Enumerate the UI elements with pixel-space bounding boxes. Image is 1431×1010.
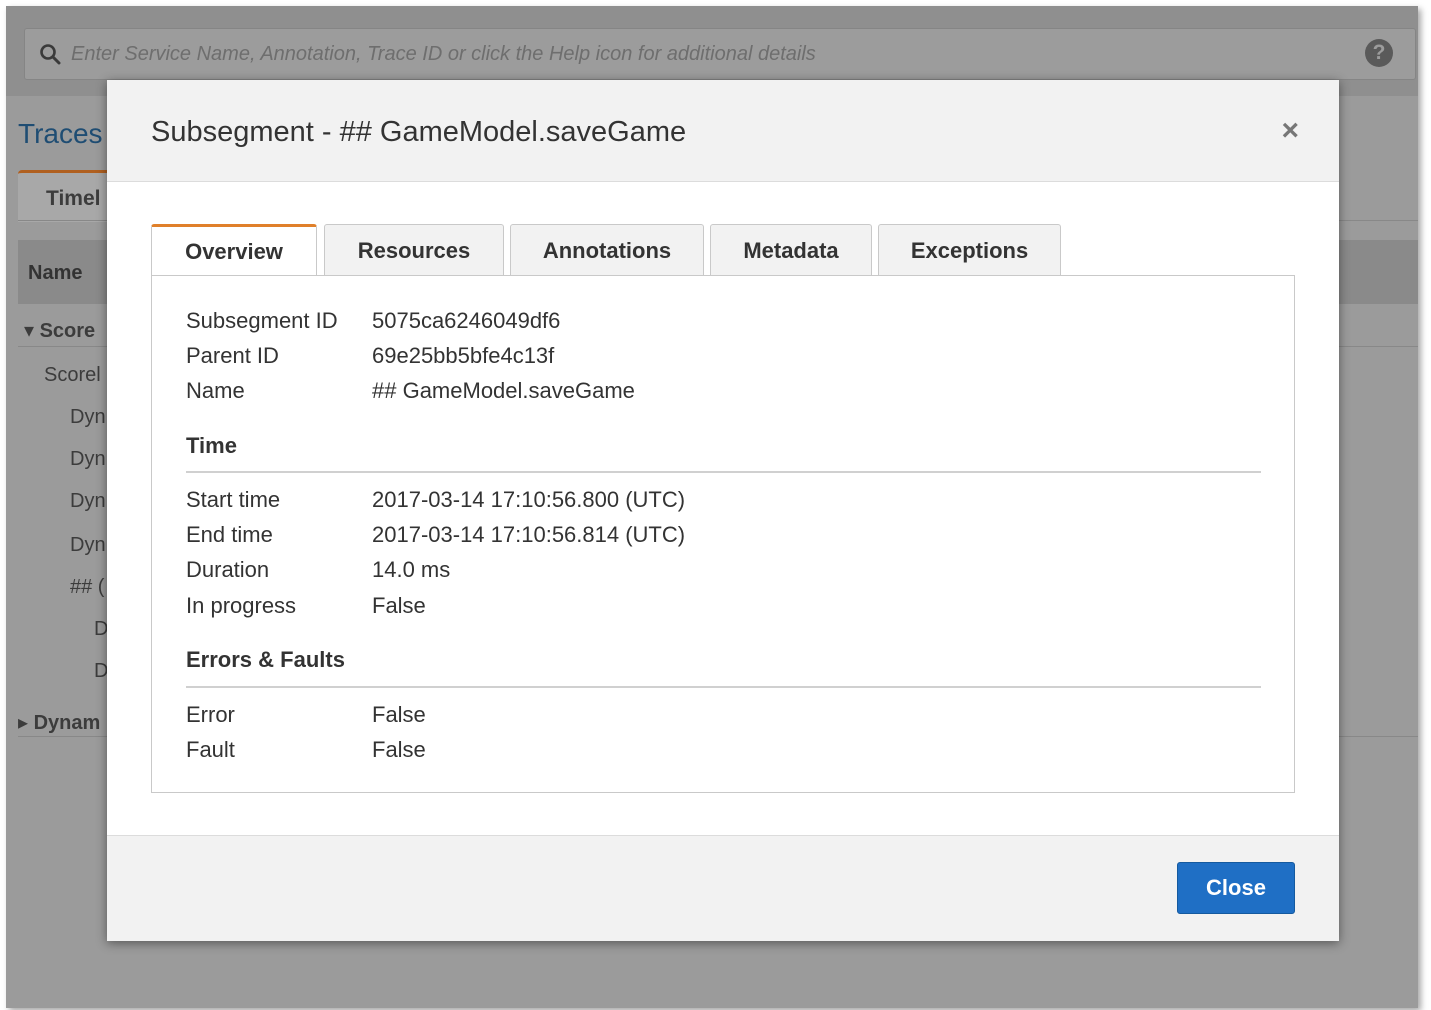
modal-header: Subsegment - ## GameModel.saveGame × [107, 80, 1339, 182]
section-title-time: Time [186, 433, 237, 458]
search-icon [40, 44, 61, 65]
field-value: ## GameModel.saveGame [372, 378, 635, 403]
tree-row[interactable]: Scorel [44, 364, 101, 387]
field-value: False [372, 737, 426, 762]
section-title-errors: Errors & Faults [186, 647, 345, 672]
tab-overview[interactable]: Overview [151, 224, 317, 277]
field-value: 5075ca6246049df6 [372, 308, 561, 333]
field-label: Error [186, 702, 235, 727]
field-row: Parent ID 69e25bb5bfe4c13f [186, 343, 554, 369]
field-value: False [372, 702, 426, 727]
field-label: Fault [186, 737, 235, 762]
field-label: Subsegment ID [186, 308, 338, 333]
field-row: Error False [186, 702, 426, 728]
field-row: In progress False [186, 593, 426, 619]
field-label: End time [186, 522, 273, 547]
section-divider [186, 471, 1261, 473]
tree-row[interactable]: Dyn [70, 448, 106, 471]
field-value: 69e25bb5bfe4c13f [372, 343, 555, 368]
tree-row[interactable]: Dyn [70, 534, 106, 557]
close-icon[interactable]: × [1281, 116, 1299, 146]
column-name-header: Name [28, 262, 83, 284]
search-input[interactable]: Enter Service Name, Annotation, Trace ID… [24, 28, 1416, 80]
tree-row[interactable]: Dyn [70, 406, 106, 429]
field-row: Fault False [186, 737, 426, 763]
close-button[interactable]: Close [1177, 862, 1295, 914]
modal-title: Subsegment - ## GameModel.saveGame [151, 116, 687, 148]
tree-row[interactable]: ▾ Score [24, 318, 95, 343]
field-label: Name [186, 378, 245, 403]
search-placeholder: Enter Service Name, Annotation, Trace ID… [71, 43, 816, 65]
tab-timeline-label: Timel [46, 187, 101, 210]
field-label: Start time [186, 487, 281, 512]
tree-row[interactable]: ## ( [70, 576, 104, 599]
tab-metadata[interactable]: Metadata [710, 224, 872, 276]
field-value: 2017-03-14 17:10:56.800 (UTC) [372, 487, 686, 512]
field-row: Duration 14.0 ms [186, 557, 450, 583]
tree-row[interactable]: ▸ Dynam [18, 710, 100, 735]
subsegment-modal: Subsegment - ## GameModel.saveGame × Ove… [107, 80, 1339, 941]
page-title: Traces [18, 118, 103, 149]
tree-row[interactable]: Dyn [70, 490, 106, 513]
overview-panel: Subsegment ID 5075ca6246049df6 Parent ID 6… [151, 275, 1295, 793]
section-divider [186, 686, 1261, 688]
tab-resources[interactable]: Resources [324, 224, 504, 276]
field-row: Name ## GameModel.saveGame [186, 378, 635, 404]
field-row: End time 2017-03-14 17:10:56.814 (UTC) [186, 522, 685, 548]
tab-exceptions[interactable]: Exceptions [878, 224, 1061, 276]
field-value: False [372, 593, 426, 618]
modal-footer: Close [107, 835, 1339, 941]
field-value: 14.0 ms [372, 557, 451, 582]
tab-annotations[interactable]: Annotations [510, 224, 704, 276]
field-label: Duration [186, 557, 270, 582]
field-label: In progress [186, 593, 297, 618]
help-icon[interactable]: ? [1365, 39, 1393, 67]
field-value: 2017-03-14 17:10:56.814 (UTC) [372, 522, 686, 547]
field-row: Start time 2017-03-14 17:10:56.800 (UTC) [186, 487, 685, 513]
field-row: Subsegment ID 5075ca6246049df6 [186, 308, 560, 334]
field-label: Parent ID [186, 343, 279, 368]
